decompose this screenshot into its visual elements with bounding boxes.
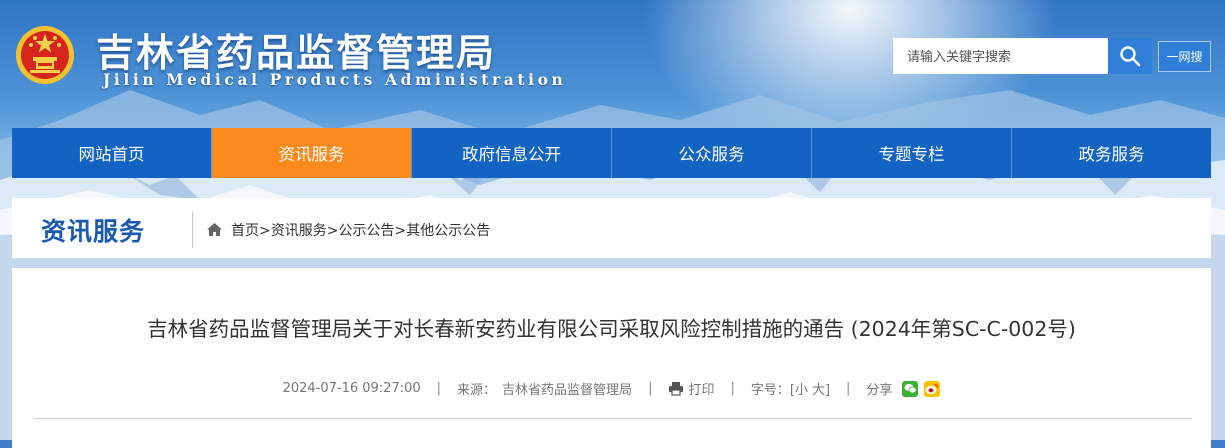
search-icon xyxy=(1120,46,1141,67)
source-label: 来源： xyxy=(457,383,497,398)
national-emblem-icon xyxy=(16,26,74,84)
article-meta: 2024-07-16 09:27:00 | 来源： 吉林省药品监督管理局 | 打… xyxy=(12,379,1211,398)
font-small-button[interactable]: [小 xyxy=(790,379,808,398)
breadcrumb-separator: > xyxy=(259,223,271,239)
printer-icon xyxy=(669,382,684,396)
nav-item-public-services[interactable]: 公众服务 xyxy=(612,128,812,178)
nav-item-gov-services[interactable]: 政务服务 xyxy=(1012,128,1211,178)
wechat-icon xyxy=(904,383,917,394)
meta-separator: | xyxy=(436,381,442,396)
nav-item-news-services[interactable]: 资讯服务 xyxy=(212,128,412,178)
breadcrumb-separator: > xyxy=(326,223,339,239)
nav-item-home[interactable]: 网站首页 xyxy=(12,128,212,178)
article-card: 吉林省药品监督管理局关于对长春新安药业有限公司采取风险控制措施的通告 (2024… xyxy=(12,268,1211,448)
section-title: 资讯服务 xyxy=(41,217,146,246)
meta-divider xyxy=(34,418,1192,419)
print-button[interactable]: 打印 xyxy=(668,379,714,398)
share-label: 分享 xyxy=(866,383,893,398)
home-icon xyxy=(207,223,222,236)
breadcrumb-home[interactable]: 首页 xyxy=(231,223,259,239)
site-subtitle: Jilin Medical Products Administration xyxy=(103,70,567,89)
oneweb-search-button[interactable]: 一网搜 xyxy=(1158,41,1211,72)
wechat-share-button[interactable] xyxy=(902,380,919,397)
breadcrumb-announcements[interactable]: 公示公告 xyxy=(338,223,394,239)
meta-separator: | xyxy=(846,381,851,396)
print-label: 打印 xyxy=(688,383,715,398)
search-button[interactable] xyxy=(1108,38,1152,74)
article-title: 吉林省药品监督管理局关于对长春新安药业有限公司采取风险控制措施的通告 (2024… xyxy=(147,317,1076,341)
breadcrumb-separator: > xyxy=(394,223,407,239)
breadcrumb-news-services[interactable]: 资讯服务 xyxy=(271,223,327,239)
breadcrumb-other-announcements[interactable]: 其他公示公告 xyxy=(406,223,490,239)
divider xyxy=(192,212,193,248)
breadcrumb: 首页>资讯服务>公示公告>其他公示公告 xyxy=(231,220,490,240)
weibo-share-button[interactable] xyxy=(924,380,941,397)
search-input[interactable] xyxy=(893,38,1108,74)
font-size-label: 字号： xyxy=(750,383,790,398)
meta-separator: | xyxy=(648,381,653,396)
publish-datetime: 2024-07-16 09:27:00 xyxy=(282,381,421,396)
source-value: 吉林省药品监督管理局 xyxy=(502,383,633,398)
font-large-button[interactable]: 大] xyxy=(812,379,830,398)
nav-item-gov-info[interactable]: 政府信息公开 xyxy=(412,128,612,178)
meta-separator: | xyxy=(730,381,735,396)
section-header: 资讯服务 首页>资讯服务>公示公告>其他公示公告 xyxy=(12,198,1211,258)
site-title: 吉林省药品监督管理局 xyxy=(96,30,497,75)
main-nav: 网站首页 资讯服务 政府信息公开 公众服务 专题专栏 政务服务 xyxy=(12,128,1211,178)
weibo-icon xyxy=(925,383,939,394)
nav-item-special-topics[interactable]: 专题专栏 xyxy=(812,128,1012,178)
